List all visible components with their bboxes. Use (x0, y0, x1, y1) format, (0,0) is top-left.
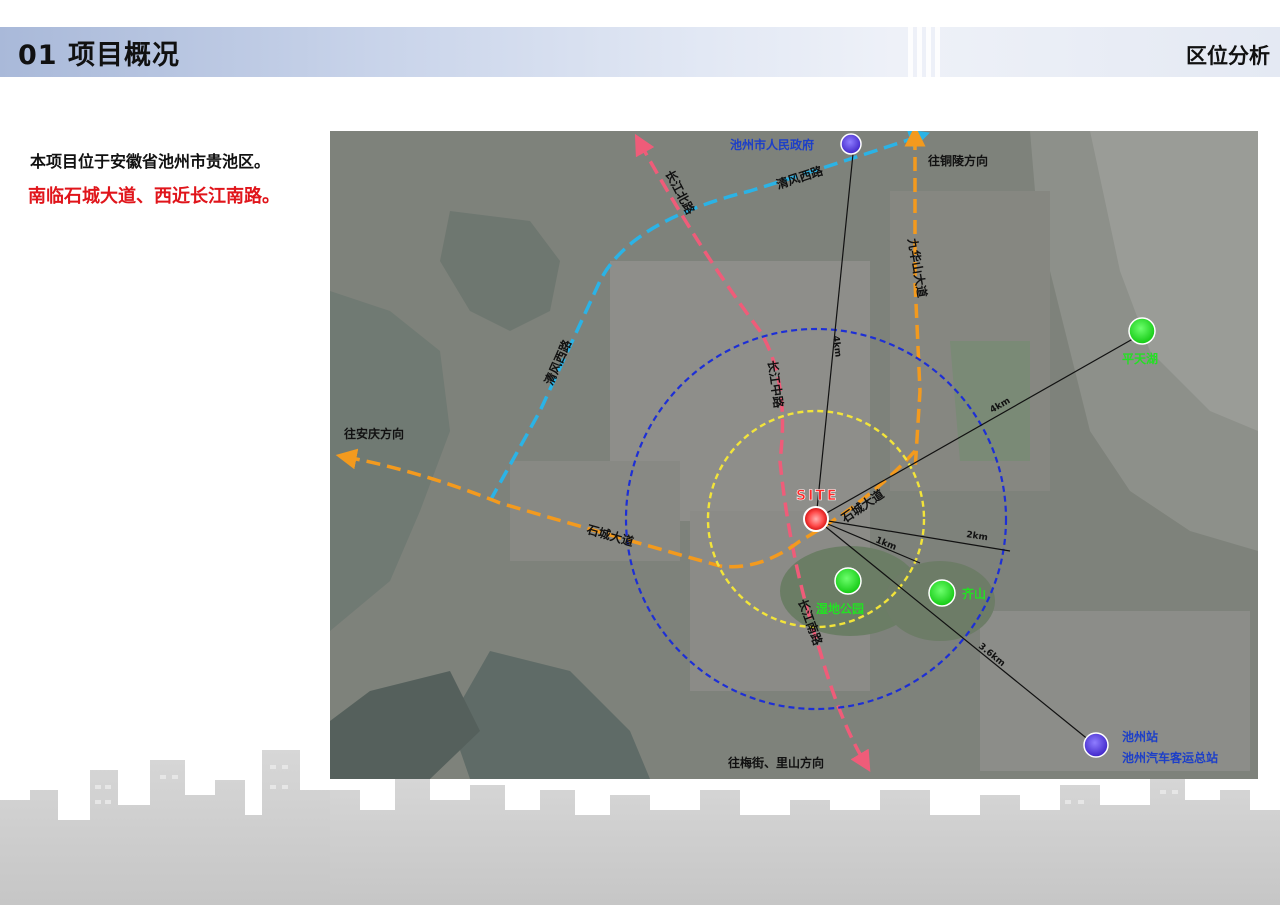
location-map: 4km 4km 2km 1km 3.6km 清风西路 清风西路 长江北路 长江中… (330, 131, 1258, 779)
poi-station-marker (1083, 732, 1109, 758)
poi-lake-marker (1128, 317, 1156, 345)
poi-qishan-label: 齐山 (962, 586, 986, 601)
poi-qishan-marker (928, 579, 956, 607)
map-canvas: 4km 4km 2km 1km 3.6km 清风西路 清风西路 长江北路 长江中… (330, 131, 1258, 779)
poi-station-label-1: 池州站 (1122, 729, 1158, 744)
poi-lake-label: 平天湖 (1122, 351, 1158, 366)
label-tongling: 往铜陵方向 (928, 153, 988, 168)
intro-line-2: 南临石城大道、西近长江南路。 (28, 186, 280, 207)
header-stripes (908, 27, 948, 77)
poi-wetland-label: 湿地公园 (816, 601, 864, 616)
poi-government-marker (840, 133, 862, 155)
poi-station-label-2: 池州汽车客运总站 (1122, 750, 1218, 765)
header-band (0, 27, 1280, 77)
poi-wetland-marker (834, 567, 862, 595)
label-meijie: 往梅街、里山方向 (728, 755, 824, 770)
site-marker (803, 506, 829, 532)
section-subtitle: 区位分析 (1186, 44, 1270, 68)
label-anqing: 往安庆方向 (344, 426, 404, 441)
section-title: 01 项目概况 (18, 40, 180, 71)
site-label: SITE (796, 488, 838, 504)
intro-line-1: 本项目位于安徽省池州市贵池区。 (30, 152, 271, 171)
poi-government-label: 池州市人民政府 (730, 137, 814, 152)
